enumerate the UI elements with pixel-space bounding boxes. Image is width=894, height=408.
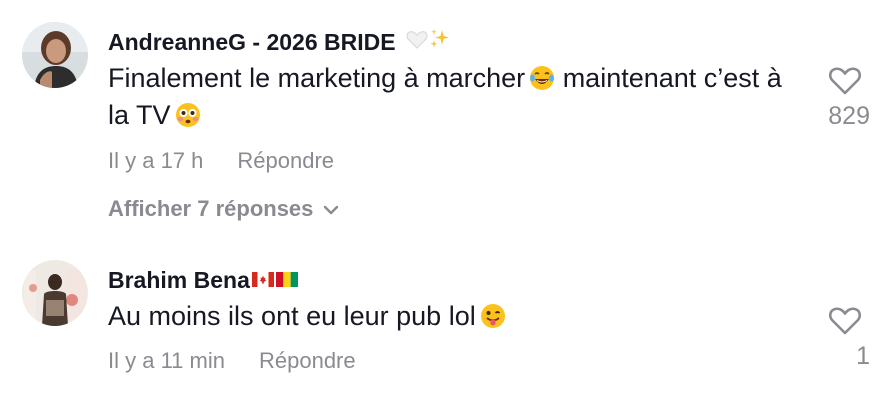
guinea-flag-icon (275, 272, 298, 288)
avatar-image (22, 260, 88, 326)
comment-meta: Il y a 17 h Répondre (108, 148, 334, 174)
avatar[interactable] (22, 260, 88, 326)
comment-username[interactable]: Brahim Bena (108, 264, 298, 294)
comment-item: AndreanneG - 2026 BRIDE Finalement le ma… (0, 0, 894, 240)
avatar[interactable] (22, 22, 88, 88)
comment-item: Brahim Bena Au moins ils ont eu leur pub… (0, 240, 894, 408)
avatar-image (22, 22, 88, 88)
sparkles-icon (428, 27, 452, 57)
like-count: 829 (828, 102, 870, 130)
like-button[interactable]: 1 (820, 306, 870, 371)
comment-time: Il y a 11 min (108, 348, 225, 373)
view-replies-button[interactable]: Afficher 7 réponses (108, 196, 339, 222)
comment-text: Au moins ils ont eu leur pub lol (108, 298, 798, 335)
tears-of-joy-emoji (530, 66, 555, 90)
reply-button[interactable]: Répondre (237, 148, 334, 173)
chevron-down-icon (324, 205, 339, 215)
like-button[interactable]: 829 (820, 66, 870, 131)
heart-outline-icon (828, 307, 862, 335)
comment-meta: Il y a 11 min Répondre (108, 348, 356, 374)
canada-flag-icon (251, 272, 274, 288)
flushed-face-emoji (175, 103, 200, 127)
comment-text: Finalement le marketing à marcher mainte… (108, 63, 782, 130)
winking-face-with-tongue-emoji (480, 304, 505, 328)
like-count: 1 (856, 342, 870, 370)
heart-outline-icon (828, 67, 862, 95)
reply-button[interactable]: Répondre (259, 348, 356, 373)
white-heart-icon (406, 28, 428, 56)
comment-time: Il y a 17 h (108, 148, 204, 173)
comment-username[interactable]: AndreanneG - 2026 BRIDE (108, 26, 452, 57)
